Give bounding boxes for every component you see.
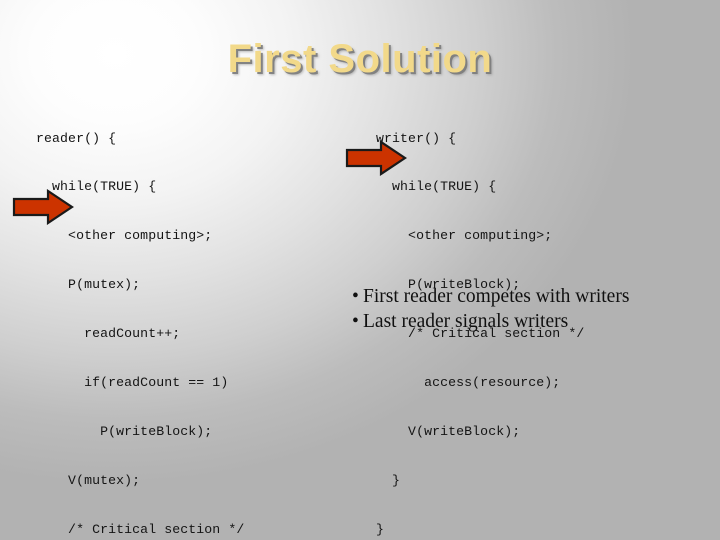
- code-block-reader: reader() { while(TRUE) { <other computin…: [36, 98, 244, 540]
- code-line: <other computing>;: [36, 228, 213, 244]
- code-line: }: [376, 472, 401, 488]
- title-container: First Solution: [0, 36, 720, 82]
- code-line: reader() {: [36, 130, 117, 146]
- code-line: }: [376, 521, 385, 537]
- code-line: <other computing>;: [376, 228, 553, 244]
- code-line: if(readCount == 1): [36, 375, 229, 391]
- bullet-marker-icon: •: [352, 311, 359, 332]
- code-line: writer() {: [376, 130, 457, 146]
- right-arrow-icon-reader: [12, 188, 74, 226]
- code-line: /* Critical section */: [36, 521, 245, 537]
- code-line: access(resource);: [376, 375, 561, 391]
- page-title: First Solution: [227, 37, 493, 81]
- slide-canvas: First Solution reader() { while(TRUE) { …: [0, 0, 720, 540]
- code-line: V(mutex);: [36, 472, 141, 488]
- list-item-label: Last reader signals writers: [363, 311, 569, 332]
- code-line: V(writeBlock);: [376, 423, 521, 439]
- list-item: • Last reader signals writers: [352, 309, 702, 334]
- code-line: P(mutex);: [36, 277, 141, 293]
- list-item-label: First reader competes with writers: [363, 286, 630, 307]
- bullet-marker-icon: •: [352, 286, 359, 307]
- code-line: while(TRUE) {: [376, 179, 497, 195]
- code-line: readCount++;: [36, 326, 181, 342]
- bullet-list: • First reader competes with writers • Las…: [352, 284, 702, 334]
- list-item: • First reader competes with writers: [352, 284, 702, 309]
- code-line: P(writeBlock);: [36, 423, 213, 439]
- right-arrow-icon-writer: [345, 139, 407, 177]
